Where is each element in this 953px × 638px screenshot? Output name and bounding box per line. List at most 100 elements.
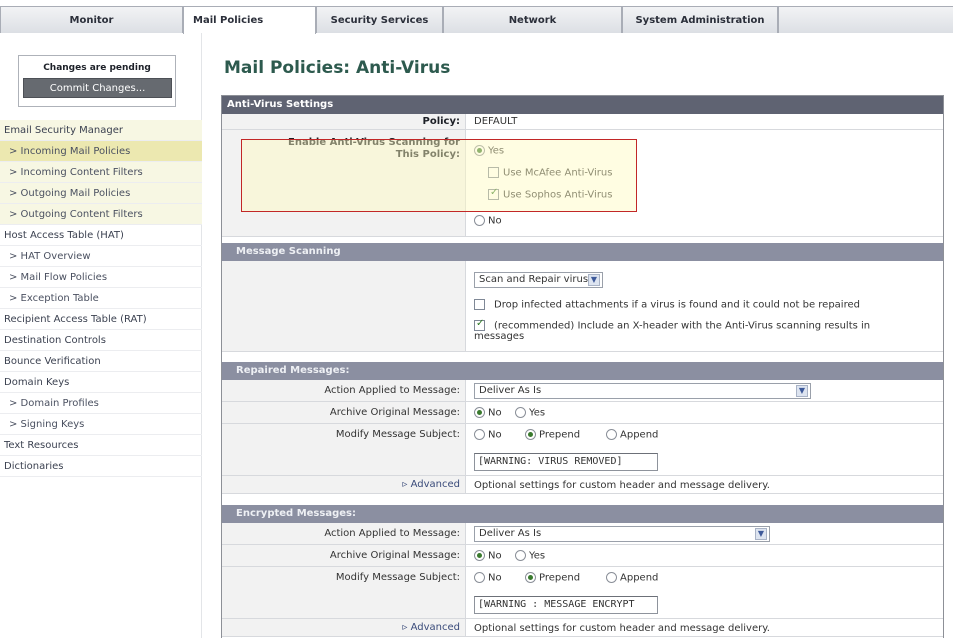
encrypted-modify-subject-row: Modify Message Subject: No Prepend Appen…	[222, 567, 943, 619]
radio-encrypted-archive-yes[interactable]	[515, 550, 526, 561]
message-scanning-label-cell	[222, 261, 466, 351]
repaired-prepend-label: Prepend	[539, 429, 581, 441]
sidebar-item-outgoing-mail-policies[interactable]: > Outgoing Mail Policies	[0, 183, 202, 204]
encrypted-advanced-link[interactable]: ▹ Advanced	[222, 619, 466, 636]
repaired-modify-no-option[interactable]: No	[474, 429, 502, 441]
encrypted-action-row: Action Applied to Message: Deliver As Is…	[222, 523, 943, 545]
sidebar-item-dictionaries[interactable]: Dictionaries	[0, 456, 202, 477]
tab-system-administration[interactable]: System Administration	[622, 6, 778, 33]
repaired-archive-no-option[interactable]: No	[474, 407, 502, 419]
repaired-modify-label: Modify Message Subject:	[222, 424, 466, 475]
encrypted-archive-no-label: No	[488, 550, 502, 562]
sidebar-item-incoming-content-filters[interactable]: > Incoming Content Filters	[0, 162, 202, 183]
policy-value: DEFAULT	[474, 116, 518, 127]
section-header-repaired-messages: Repaired Messages:	[222, 362, 943, 380]
commit-changes-button[interactable]: Commit Changes...	[23, 78, 172, 98]
encrypted-advanced-row: ▹ Advanced Optional settings for custom …	[222, 619, 943, 637]
encrypted-archive-row: Archive Original Message: No Yes	[222, 545, 943, 567]
sidebar-item-domain-profiles[interactable]: > Domain Profiles	[0, 393, 202, 414]
radio-encrypted-modify-no[interactable]	[474, 572, 485, 583]
tab-network[interactable]: Network	[443, 6, 622, 33]
radio-repaired-modify-no[interactable]	[474, 429, 485, 440]
radio-encrypted-archive-no[interactable]	[474, 550, 485, 561]
sidebar-item-domain-keys[interactable]: Domain Keys	[0, 372, 202, 393]
repaired-archive-yes-option[interactable]: Yes	[515, 407, 545, 419]
encrypted-archive-no-option[interactable]: No	[474, 550, 502, 562]
tab-security-services[interactable]: Security Services	[316, 6, 443, 33]
encrypted-prepend-label: Prepend	[539, 572, 581, 584]
encrypted-action-field: Deliver As Is ▼	[474, 526, 770, 542]
repaired-action-label: Action Applied to Message:	[222, 380, 466, 401]
scan-mode-value: Scan and Repair viruses	[479, 274, 600, 285]
repaired-archive-yes-label: Yes	[529, 407, 546, 419]
x-header-label-line2: messages	[474, 331, 525, 342]
x-header-option[interactable]: (recommended) Include an X-header with t…	[474, 318, 870, 332]
repaired-subject-field: [WARNING: VIRUS REMOVED]	[474, 453, 658, 471]
sidebar-item-rat[interactable]: Recipient Access Table (RAT)	[0, 309, 202, 330]
repaired-archive-no-label: No	[488, 407, 502, 419]
encrypted-action-select[interactable]: Deliver As Is ▼	[474, 526, 770, 542]
encrypted-optional-text: Optional settings for custom header and …	[474, 623, 770, 634]
repaired-prepend-option[interactable]: Prepend	[525, 429, 580, 441]
sidebar-item-destination-controls[interactable]: Destination Controls	[0, 330, 202, 351]
repaired-advanced-link[interactable]: ▹ Advanced	[222, 476, 466, 493]
sidebar-item-outgoing-content-filters[interactable]: > Outgoing Content Filters	[0, 204, 202, 225]
drop-attachments-label: Drop infected attachments if a virus is …	[494, 299, 860, 311]
encrypted-subject-input[interactable]: [WARNING : MESSAGE ENCRYPT	[474, 596, 658, 614]
encrypted-append-label: Append	[620, 572, 659, 584]
drop-attachments-option[interactable]: Drop infected attachments if a virus is …	[474, 299, 860, 311]
encrypted-archive-yes-label: Yes	[529, 550, 546, 562]
radio-repaired-prepend[interactable]	[525, 429, 536, 440]
repaired-subject-input[interactable]: [WARNING: VIRUS REMOVED]	[474, 453, 658, 471]
checkbox-drop-attachments[interactable]	[474, 299, 485, 310]
repaired-action-select[interactable]: Deliver As Is ▼	[474, 383, 811, 399]
tab-label: Security Services	[330, 14, 429, 26]
tab-label: System Administration	[635, 14, 765, 26]
encrypted-archive-yes-option[interactable]: Yes	[515, 550, 545, 562]
encrypted-modify-label: Modify Message Subject:	[222, 567, 466, 618]
repaired-modify-no-label: No	[488, 429, 502, 441]
checkbox-x-header[interactable]	[474, 318, 485, 331]
encrypted-modify-no-label: No	[488, 572, 502, 584]
pending-changes-box: Changes are pending Commit Changes...	[18, 55, 176, 107]
sidebar-item-mail-flow-policies[interactable]: > Mail Flow Policies	[0, 267, 202, 288]
encrypted-action-value: Deliver As Is	[479, 528, 542, 539]
encrypted-action-label: Action Applied to Message:	[222, 523, 466, 544]
radio-encrypted-append[interactable]	[606, 572, 617, 583]
section-header-encrypted-messages: Encrypted Messages:	[222, 505, 943, 523]
radio-repaired-append[interactable]	[606, 429, 617, 440]
sidebar-item-email-security-manager[interactable]: Email Security Manager	[0, 120, 202, 141]
sidebar-item-exception-table[interactable]: > Exception Table	[0, 288, 202, 309]
sidebar-item-hat[interactable]: Host Access Table (HAT)	[0, 225, 202, 246]
tab-monitor[interactable]: Monitor	[0, 6, 183, 33]
radio-encrypted-prepend[interactable]	[525, 572, 536, 583]
sidebar-item-signing-keys[interactable]: > Signing Keys	[0, 414, 202, 435]
sidebar: Changes are pending Commit Changes... Em…	[0, 33, 202, 638]
section-header-message-scanning: Message Scanning	[222, 243, 943, 261]
radio-enable-no[interactable]	[474, 215, 485, 226]
tab-label: Monitor	[69, 14, 114, 26]
encrypted-append-option[interactable]: Append	[606, 572, 658, 584]
enable-no-option[interactable]: No	[474, 215, 502, 227]
repaired-action-row: Action Applied to Message: Deliver As Is…	[222, 380, 943, 402]
sidebar-item-text-resources[interactable]: Text Resources	[0, 435, 202, 456]
repaired-append-option[interactable]: Append	[606, 429, 658, 441]
page-title: Mail Policies: Anti-Virus	[224, 58, 451, 78]
pending-text: Changes are pending	[43, 63, 151, 73]
annotation-highlight-box	[241, 139, 637, 212]
radio-repaired-archive-yes[interactable]	[515, 407, 526, 418]
repaired-append-label: Append	[620, 429, 659, 441]
scan-mode-select[interactable]: Scan and Repair viruses ▼	[474, 272, 603, 288]
radio-repaired-archive-no[interactable]	[474, 407, 485, 418]
encrypted-modify-no-option[interactable]: No	[474, 572, 502, 584]
tab-label: Network	[508, 14, 557, 26]
tab-mail-policies[interactable]: Mail Policies	[183, 6, 316, 34]
encrypted-archive-label: Archive Original Message:	[222, 545, 466, 566]
encrypted-prepend-option[interactable]: Prepend	[525, 572, 580, 584]
repaired-advanced-row: ▹ Advanced Optional settings for custom …	[222, 476, 943, 494]
chevron-down-icon: ▼	[588, 274, 600, 286]
sidebar-item-hat-overview[interactable]: > HAT Overview	[0, 246, 202, 267]
sidebar-item-incoming-mail-policies[interactable]: > Incoming Mail Policies	[0, 141, 202, 162]
policy-row: Policy: DEFAULT	[222, 114, 943, 130]
sidebar-item-bounce-verification[interactable]: Bounce Verification	[0, 351, 202, 372]
